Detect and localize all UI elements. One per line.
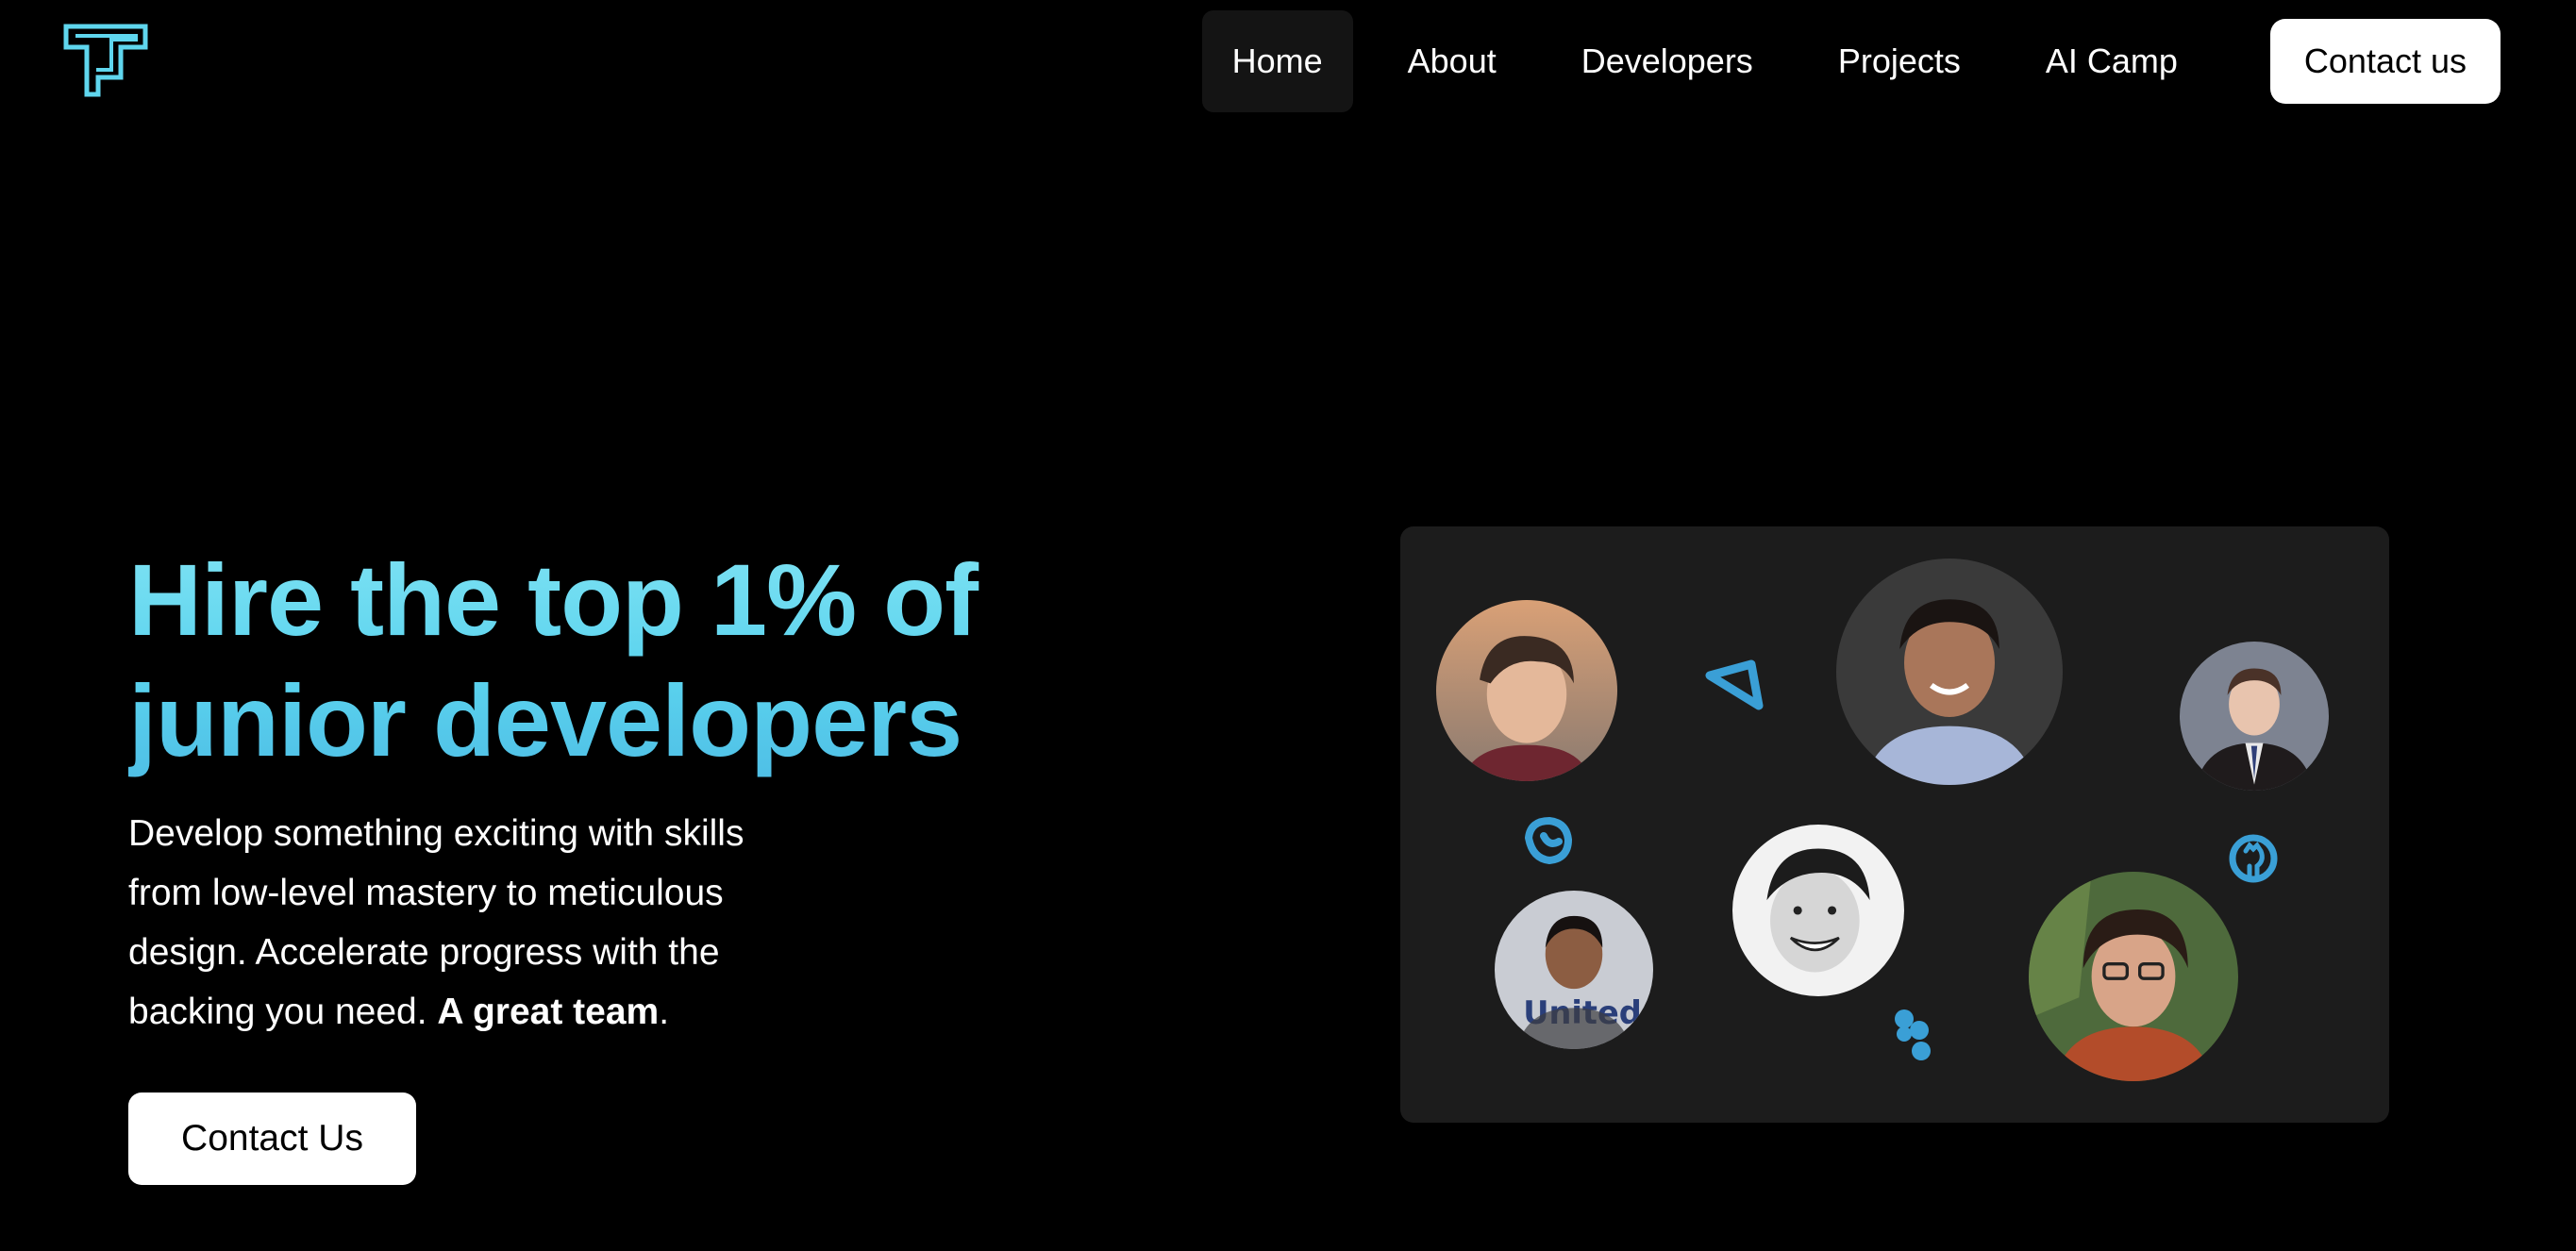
avatar-5 <box>1732 825 1904 996</box>
logo-icon[interactable] <box>62 23 151 98</box>
hero-contact-button[interactable]: Contact Us <box>128 1093 416 1185</box>
team-panel: United <box>1400 526 2389 1123</box>
prisma-icon <box>1704 659 1766 715</box>
hero-title: Hire the top 1% of junior developers <box>128 540 1072 781</box>
avatar-1 <box>1436 600 1617 781</box>
nav-projects[interactable]: Projects <box>1808 10 1991 112</box>
avatar-6 <box>2029 872 2238 1081</box>
nav-about[interactable]: About <box>1378 10 1527 112</box>
hero-description: Develop something exciting with skills f… <box>128 804 808 1042</box>
nav-contact-button[interactable]: Contact us <box>2269 19 2501 104</box>
avatar-3 <box>2180 642 2329 791</box>
avatar-4: United <box>1495 891 1653 1049</box>
nav-home[interactable]: Home <box>1201 10 1353 112</box>
avatar-2 <box>1836 559 2063 785</box>
vercel-icon <box>1521 815 1576 866</box>
nav-developers[interactable]: Developers <box>1551 10 1783 112</box>
top-navigation: Home About Developers Projects AI Camp C… <box>1201 9 2501 113</box>
nav-ai-camp[interactable]: AI Camp <box>2016 10 2208 112</box>
github-icon <box>2225 830 2282 887</box>
hero-description-emphasis: A great team <box>437 992 660 1032</box>
page: Home About Developers Projects AI Camp C… <box>0 0 2576 1251</box>
figma-icon <box>1889 1006 1936 1064</box>
hero-description-end: . <box>659 992 670 1032</box>
